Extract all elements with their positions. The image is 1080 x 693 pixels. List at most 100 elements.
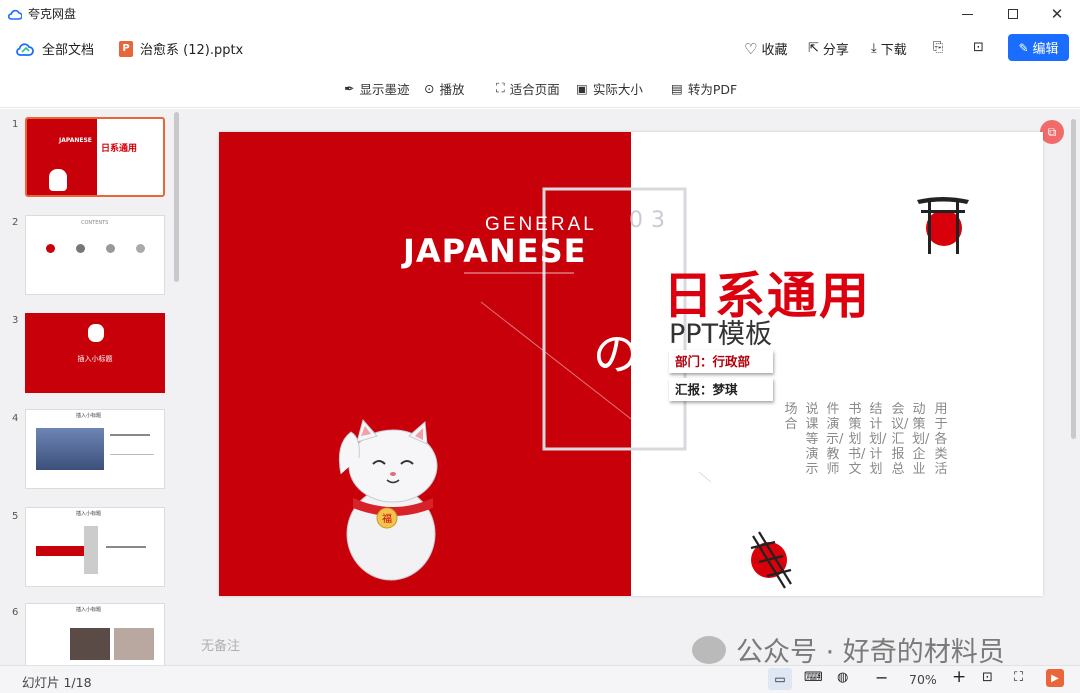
maximize-button[interactable] [990, 0, 1036, 28]
lucky-cat-badge: 福 [382, 512, 392, 525]
feather-icon: ✒ [344, 80, 355, 96]
thumb-number: 5 [12, 511, 19, 522]
thumb-line [110, 454, 154, 455]
thumb-section-title: 插入小标题 [77, 355, 113, 363]
thumb-photo [70, 628, 110, 660]
globe-icon[interactable]: ◍ [837, 670, 848, 685]
thumbnail-slide-6[interactable]: 插入小标题 [25, 603, 165, 665]
fit-page-label: 适合页面 [509, 81, 560, 97]
zoom-in-icon[interactable]: + [952, 667, 966, 687]
keyboard-icon[interactable]: ⌨ [804, 670, 823, 685]
minimize-button[interactable] [944, 0, 990, 28]
zoom-out-icon[interactable]: − [875, 668, 888, 687]
thumbnail-slide-4[interactable]: 插入小标题 [25, 409, 165, 489]
slide-vertical-text: 件演示/教师 [826, 402, 844, 477]
actual-size-button[interactable]: ▣ 实际大小 [576, 68, 643, 108]
close-icon: ✕ [1050, 5, 1064, 23]
thumb-photo [114, 628, 154, 660]
slide-vertical-text: 书策划书/文 [848, 402, 866, 477]
thumb-contents: CONTENTS [81, 220, 109, 226]
notes-view-icon[interactable]: ▭ [768, 668, 792, 690]
thumb-title: 日系通用 [101, 144, 138, 154]
watermark: 公众号 · 好奇的材料员 [692, 630, 1005, 669]
share-button[interactable]: ⇱ 分享 [808, 39, 849, 58]
share-label: 分享 [822, 43, 849, 58]
slide-dept-tag: 部门：行政部 [669, 350, 773, 373]
favorite-button[interactable]: ♡ 收藏 [744, 39, 787, 59]
thumbnail-slide-1[interactable]: JAPANESE 日系通用 [25, 117, 165, 197]
comment-icon[interactable]: ⧉ [1040, 120, 1064, 144]
actual-size-icon: ▣ [576, 80, 588, 96]
download-label: 下载 [880, 43, 907, 58]
app-title-group: 夸克网盘 [8, 5, 76, 22]
thumb-number: 3 [12, 315, 19, 326]
feedback-icon[interactable]: ⊡ [973, 40, 984, 55]
slide-subtitle: PPT模板 [669, 319, 773, 350]
to-pdf-button[interactable]: ▤ 转为PDF [671, 68, 737, 108]
slide-japanese-text: JAPANESE [403, 232, 587, 270]
pptx-file-icon: P [119, 40, 133, 57]
thumb-dot [76, 244, 85, 253]
cloud-icon [16, 42, 34, 56]
slide-canvas: GENERAL JAPANESE の 03 日系通用 PPT模板 部门：行政部 … [219, 132, 1043, 596]
cloud-logo-icon [8, 9, 22, 20]
thumb-line [110, 434, 150, 436]
download-button[interactable]: ⤓ 下载 [871, 39, 907, 58]
slide-fine-print [464, 272, 574, 274]
thumb-number: 2 [12, 217, 19, 228]
close-button[interactable]: ✕ [1034, 0, 1080, 28]
fit-screen-icon[interactable]: ⊡ [982, 670, 993, 685]
all-docs-label: 全部文档 [42, 43, 95, 58]
pdf-icon: ▤ [671, 80, 683, 96]
status-bar: 幻灯片 1/18 ▭ ⌨ ◍ − 70% + ⊡ ⛶ ▶ [0, 665, 1080, 693]
app-title: 夸克网盘 [28, 7, 77, 21]
thumb-dot [106, 244, 115, 253]
zoom-level[interactable]: 70% [909, 672, 937, 687]
lantern-icon [750, 531, 792, 589]
thumb-number: 1 [12, 119, 19, 130]
viewport-scrollbar[interactable] [1071, 119, 1076, 439]
thumbnail-panel: 1 JAPANESE 日系通用 2 CONTENTS 3 插入小标题 4 插入小… [0, 109, 183, 665]
thumb-number: 6 [12, 607, 19, 618]
torii-gate-icon [917, 197, 969, 254]
slide-counter: 幻灯片 1/18 [22, 675, 92, 690]
thumb-cat [49, 169, 67, 191]
share-icon: ⇱ [808, 41, 819, 56]
thumb-header: 插入小标题 [76, 607, 102, 613]
thumb-japanese: JAPANESE [59, 137, 92, 144]
thumbnail-scrollbar[interactable] [174, 112, 179, 282]
show-ink-button[interactable]: ✒ 显示墨迹 [344, 68, 410, 108]
slideshow-play-icon[interactable]: ▶ [1046, 669, 1064, 687]
thumb-header: 插入小标题 [76, 511, 102, 517]
slide-vertical-text: 用于各类活 [934, 402, 948, 477]
edit-button[interactable]: ✎ 编辑 [1008, 34, 1069, 61]
thumbnail-slide-2[interactable]: CONTENTS [25, 215, 165, 295]
thumb-number: 4 [12, 413, 19, 424]
title-bar: 夸克网盘 ✕ [0, 0, 1080, 28]
file-name-tab: P 治愈系 (12).pptx [119, 39, 243, 58]
thumbnail-slide-3[interactable]: 插入小标题 [25, 313, 165, 393]
thumbnail-slide-5[interactable]: 插入小标题 [25, 507, 165, 587]
viewer-toolbar: ✒ 显示墨迹 ⊙ 播放 ⛶ 适合页面 ▣ 实际大小 ▤ 转为PDF [0, 68, 1080, 108]
thumb-cat [88, 324, 104, 342]
slide-no-character: の [593, 327, 639, 381]
play-label: 播放 [439, 81, 465, 97]
fullscreen-icon[interactable]: ⛶ [1014, 670, 1023, 685]
thumb-line [106, 546, 146, 548]
slide-vertical-text: 动策划/企业 [912, 402, 930, 477]
fit-page-button[interactable]: ⛶ 适合页面 [496, 68, 560, 108]
nav-bar: 全部文档 P 治愈系 (12).pptx ♡ 收藏 ⇱ 分享 ⤓ 下载 ⎘ ⊡ ✎ 编辑 [0, 28, 1080, 68]
notes-placeholder[interactable]: 无备注 [201, 635, 240, 654]
thumb-dot [46, 244, 55, 253]
export-icon[interactable]: ⎘ [933, 40, 943, 55]
thumb-house-photo [36, 428, 104, 470]
slide-vertical-text: 结计划/计划 [869, 402, 887, 477]
play-button[interactable]: ⊙ 播放 [424, 68, 465, 108]
thumb-gray-block [84, 526, 98, 574]
edit-label: 编辑 [1032, 42, 1059, 57]
slide-vertical-text: 会议/汇报总 [891, 402, 909, 477]
all-docs-link[interactable]: 全部文档 [16, 39, 94, 58]
show-ink-label: 显示墨迹 [359, 81, 410, 97]
slide-reporter-tag: 汇报：梦琪 [669, 378, 773, 401]
thumb-dot [136, 244, 145, 253]
